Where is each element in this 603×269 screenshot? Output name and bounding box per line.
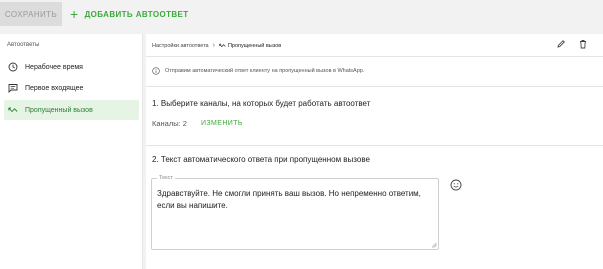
sidebar-item-label: Нерабочее время (25, 63, 83, 71)
channels-count: Каналы: 2 (152, 119, 187, 128)
reply-text-label: Текст (157, 175, 175, 181)
clock-icon (8, 62, 18, 72)
reply-text-field[interactable]: Текст Здравствуйте. Не смогли принять ва… (151, 175, 439, 250)
pencil-icon[interactable] (556, 39, 566, 49)
sidebar-item-label: Пропущенный вызов (25, 106, 93, 114)
save-button[interactable]: СОХРАНИТЬ (0, 2, 62, 26)
section-text-title: 2. Текст автоматического ответа при проп… (152, 155, 370, 164)
emoji-icon[interactable] (450, 179, 462, 191)
chevron-right-icon: › (212, 42, 215, 49)
section-channels-title: 1. Выберите каналы, на которых будет раб… (152, 99, 371, 108)
change-channels-button[interactable]: ИЗМЕНИТЬ (201, 120, 243, 127)
info-icon (152, 67, 160, 75)
breadcrumb: Настройки автоответа › Пропущенный вызов (152, 42, 281, 49)
sidebar-item-label: Первое входящее (25, 84, 84, 92)
divider (146, 86, 603, 87)
info-text: Отправим автоматический ответ клиенту на… (165, 68, 365, 74)
add-autoreply-label: ДОБАВИТЬ АВТООТВЕТ (84, 9, 189, 19)
divider (146, 145, 603, 146)
breadcrumb-current: Пропущенный вызов (227, 42, 282, 49)
add-autoreply-button[interactable]: + ДОБАВИТЬ АВТООТВЕТ (70, 2, 189, 26)
channels-row: Каналы: 2 ИЗМЕНИТЬ (152, 119, 243, 128)
top-toolbar: СОХРАНИТЬ + ДОБАВИТЬ АВТООТВЕТ (0, 0, 603, 30)
divider (146, 56, 603, 57)
sidebar-item-first-incoming[interactable]: Первое входящее (4, 78, 139, 98)
sidebar-item-missed-call[interactable]: Пропущенный вызов (4, 100, 139, 120)
trash-icon[interactable] (578, 39, 588, 49)
message-icon (8, 84, 18, 93)
sidebar: Автоответы Нерабочее время Первое входящ… (0, 34, 143, 269)
sidebar-heading: Автоответы (7, 42, 40, 48)
missed-call-icon (8, 107, 18, 113)
info-message: Отправим автоматический ответ клиенту на… (152, 67, 364, 75)
main-panel: Настройки автоответа › Пропущенный вызов… (146, 34, 603, 269)
missed-call-icon (219, 43, 226, 48)
breadcrumb-parent[interactable]: Настройки автоответа (152, 43, 209, 49)
resize-handle-icon[interactable] (431, 242, 437, 248)
reply-text-value[interactable]: Здравствуйте. Не смогли принять ваш вызо… (157, 188, 437, 212)
plus-icon: + (70, 6, 79, 22)
sidebar-item-after-hours[interactable]: Нерабочее время (4, 57, 139, 77)
